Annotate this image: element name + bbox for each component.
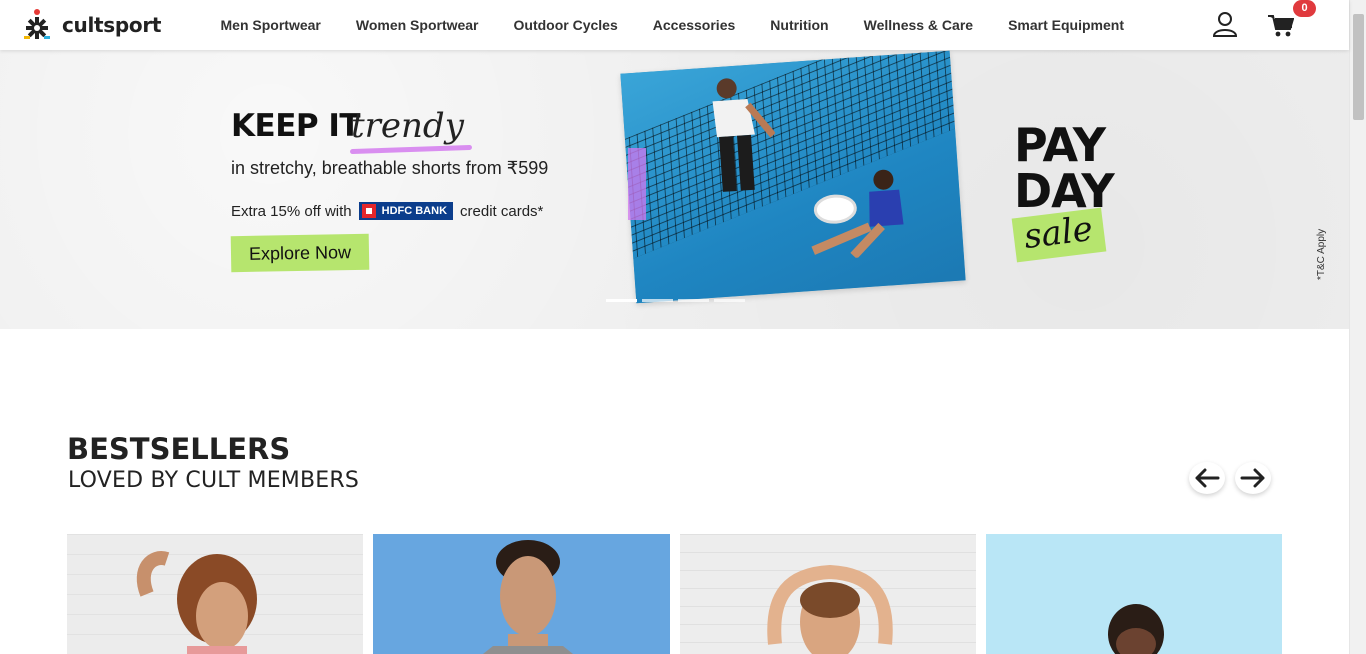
product-card[interactable]	[986, 534, 1282, 654]
product-image	[483, 540, 573, 654]
player-standing-figure	[712, 78, 776, 192]
carousel-next-button[interactable]	[1235, 462, 1271, 494]
carousel-indicators	[606, 299, 745, 302]
carousel-dot[interactable]	[678, 299, 709, 302]
tape-decoration	[628, 148, 646, 220]
nav-nutrition[interactable]: Nutrition	[770, 17, 828, 33]
hdfc-bank-logo: HDFC BANK	[358, 202, 454, 220]
carousel-dot[interactable]	[606, 299, 637, 302]
offer-prefix: Extra 15% off with	[231, 202, 352, 220]
carousel-dot[interactable]	[714, 299, 745, 302]
payday-line1: PAY	[1014, 118, 1106, 172]
nav-accessories[interactable]: Accessories	[653, 17, 736, 33]
nav-smart-equipment[interactable]: Smart Equipment	[1008, 17, 1124, 33]
carousel-dot[interactable]	[642, 299, 673, 302]
cultsport-logo-icon	[24, 9, 50, 39]
product-image	[136, 551, 257, 654]
banner-subline: in stretchy, breathable shorts from ₹599	[231, 158, 549, 178]
user-icon[interactable]	[1212, 11, 1238, 37]
explore-now-button[interactable]: Explore Now	[230, 233, 370, 273]
headline-underline	[349, 144, 473, 155]
product-image	[767, 564, 893, 654]
scrollbar-thumb[interactable]	[1353, 14, 1364, 120]
nav-men-sportwear[interactable]: Men Sportwear	[221, 17, 321, 33]
product-image	[1108, 604, 1164, 654]
carousel-prev-button[interactable]	[1189, 462, 1225, 494]
nav-outdoor-cycles[interactable]: Outdoor Cycles	[514, 17, 618, 33]
hero-banner[interactable]: KEEP IT trendy in stretchy, breathable s…	[0, 50, 1349, 329]
top-header: cultsport Men Sportwear Women Sportwear …	[0, 0, 1349, 50]
arrow-right-icon	[1240, 468, 1265, 488]
brand-name: cultsport	[62, 13, 162, 37]
main-nav: Men Sportwear Women Sportwear Outdoor Cy…	[203, 0, 1141, 50]
offer-suffix: credit cards*	[460, 202, 544, 220]
nav-wellness-care[interactable]: Wellness & Care	[864, 17, 973, 33]
section-subtitle: LOVED BY CULT MEMBERS	[68, 468, 360, 493]
banner-headline-accent: trendy	[351, 106, 464, 146]
sale-text: sale	[1021, 208, 1095, 258]
terms-note: *T&C Apply	[1316, 228, 1327, 280]
section-title: BESTSELLERS	[67, 432, 291, 466]
arrow-left-icon	[1195, 468, 1220, 488]
payday-title: PAY DAY	[1014, 118, 1115, 214]
cart-count-badge: 0	[1293, 0, 1316, 17]
player-sitting-figure	[811, 169, 904, 260]
product-card[interactable]	[680, 534, 976, 654]
hdfc-mark-icon	[361, 204, 376, 218]
brand-logo[interactable]: cultsport	[22, 8, 162, 42]
product-card[interactable]	[67, 534, 363, 654]
bank-name: HDFC BANK	[381, 205, 448, 217]
banner-photo	[620, 50, 966, 304]
product-card[interactable]	[373, 534, 670, 654]
product-carousel	[67, 534, 1282, 654]
cart-icon[interactable]	[1268, 14, 1294, 38]
banner-headline: KEEP IT	[231, 108, 361, 144]
bank-offer: Extra 15% off with HDFC BANK credit card…	[231, 202, 543, 220]
page-scrollbar[interactable]	[1349, 0, 1366, 654]
nav-women-sportwear[interactable]: Women Sportwear	[356, 17, 479, 33]
